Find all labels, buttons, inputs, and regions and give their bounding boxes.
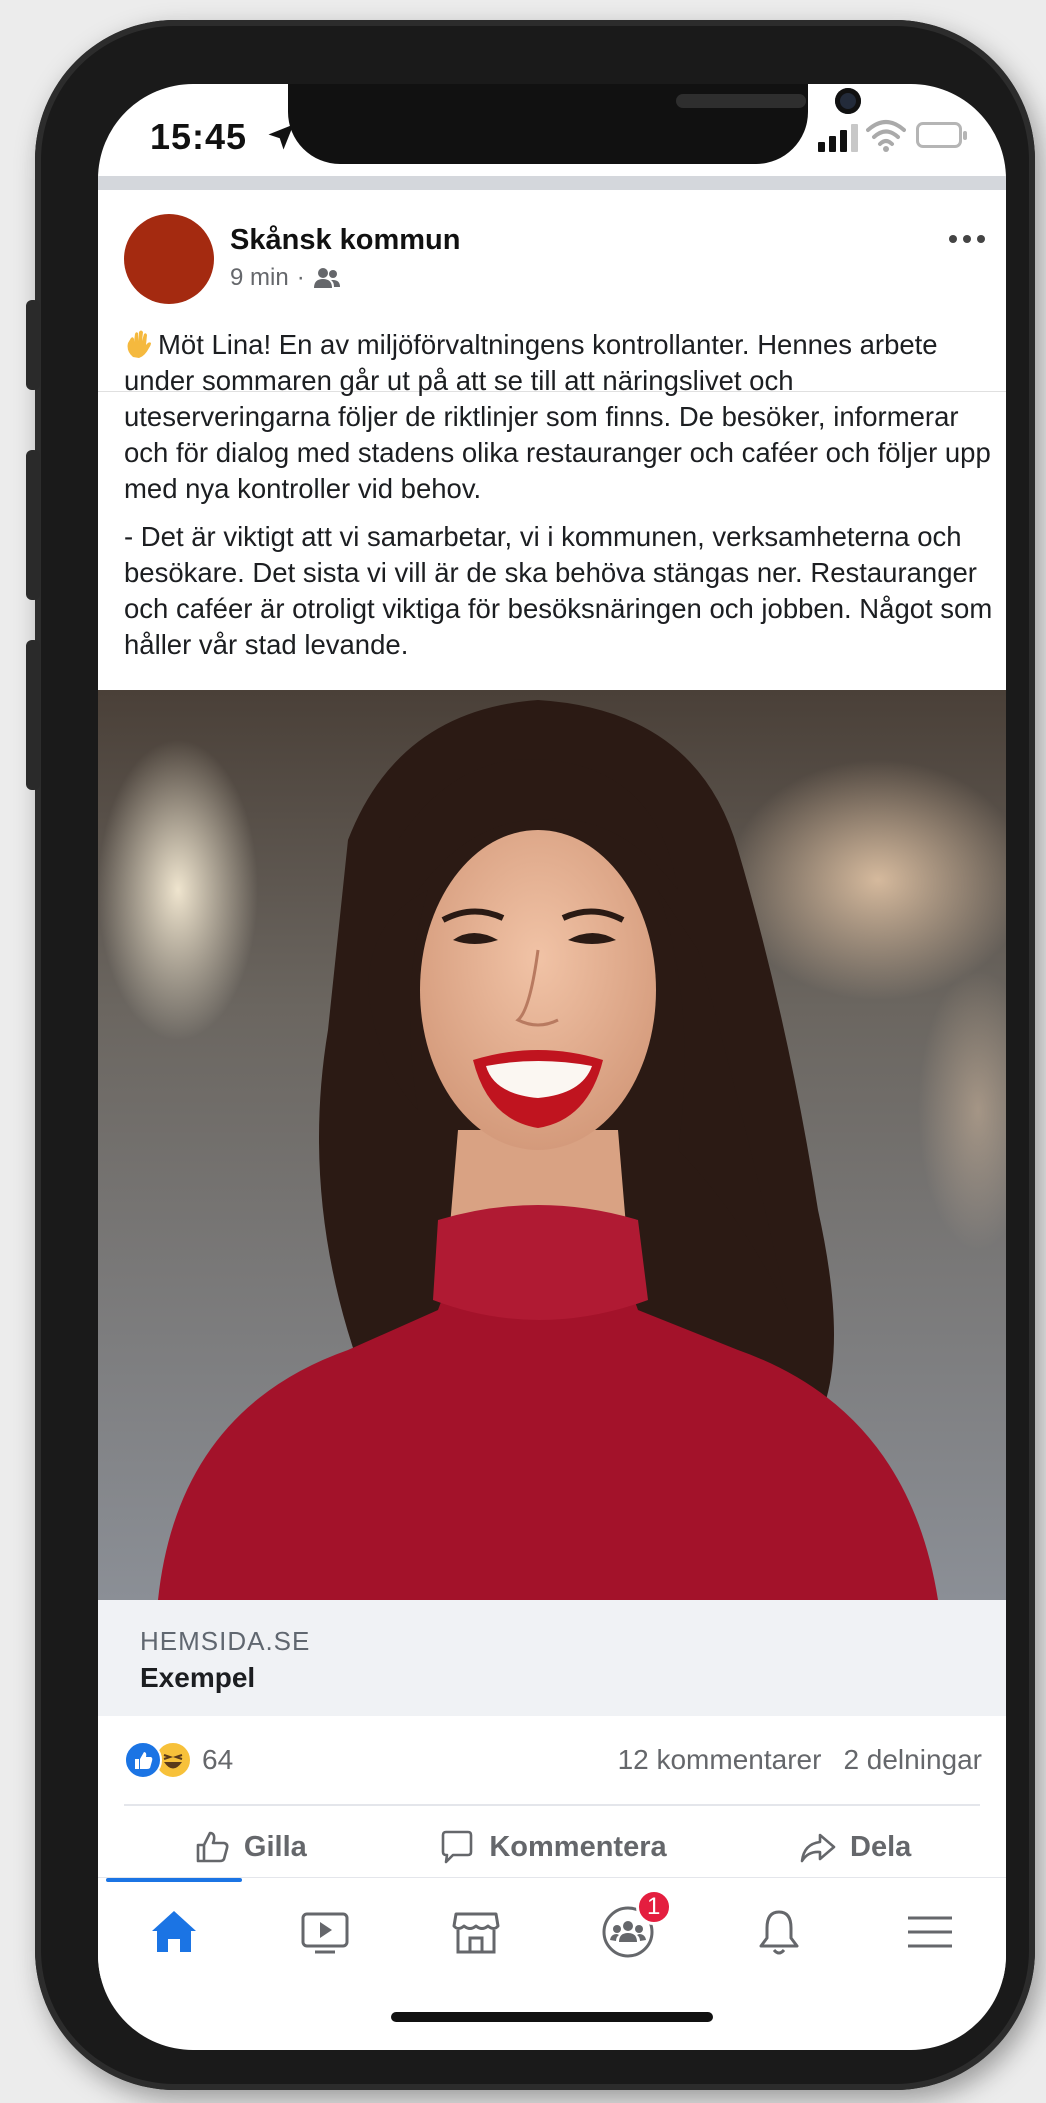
link-title: Exempel — [140, 1662, 256, 1693]
post-paragraph-1: Möt Lina! En av miljöförvaltningens kont… — [124, 327, 994, 507]
marketplace-store-icon — [452, 1912, 500, 1954]
link-preview[interactable]: HEMSIDA.SE Exempel — [98, 1600, 1006, 1716]
tab-list: 1 — [98, 1889, 1006, 1972]
post-paragraph-1-text: Möt Lina! En av miljöförvaltningens kont… — [124, 329, 991, 504]
comment-button-label: Kommentera — [489, 1830, 667, 1863]
bottom-tab-bar: 1 — [98, 1877, 1006, 1978]
tab-watch[interactable] — [287, 1897, 363, 1967]
like-button-label: Gilla — [243, 1830, 307, 1863]
post-actions: Gilla Kommentera Dela — [98, 1819, 1006, 1875]
tab-marketplace[interactable] — [438, 1897, 514, 1967]
actions-divider — [124, 1804, 980, 1806]
tab-groups[interactable]: 1 — [590, 1889, 672, 1967]
tab-home[interactable] — [136, 1897, 212, 1967]
like-button[interactable]: Gilla — [98, 1819, 401, 1875]
notch — [288, 84, 861, 164]
volume-up-button — [26, 450, 40, 600]
comment-count[interactable]: 12 kommentarer — [618, 1744, 822, 1776]
status-time: 15:45 — [150, 116, 248, 157]
battery-icon — [916, 122, 967, 148]
share-arrow-icon — [800, 1833, 836, 1863]
mute-switch — [26, 300, 40, 390]
post-paragraph-2: - Det är viktigt att vi samarbetar, vi i… — [124, 521, 993, 660]
thumbs-up-icon — [196, 1831, 229, 1863]
post-time[interactable]: 9 min — [230, 264, 289, 292]
link-domain: HEMSIDA.SE — [140, 1626, 311, 1656]
front-camera — [835, 88, 861, 114]
waving-hand-icon — [127, 330, 151, 358]
reaction-count: 64 — [202, 1744, 234, 1775]
tab-menu[interactable] — [892, 1897, 968, 1967]
like-reaction-icon — [124, 1741, 162, 1779]
reaction-summary[interactable]: 64 — [124, 1741, 233, 1779]
comment-bubble-icon — [442, 1830, 473, 1864]
wifi-icon — [866, 120, 906, 152]
share-count[interactable]: 2 delningar — [843, 1744, 982, 1776]
comment-button[interactable]: Kommentera — [401, 1819, 704, 1875]
post-photo[interactable] — [98, 690, 1006, 1600]
feed-top-divider — [98, 176, 1006, 190]
volume-down-button — [26, 640, 40, 790]
bell-icon — [759, 1910, 799, 1955]
post-author[interactable]: Skånsk kommun — [230, 224, 460, 257]
home-indicator — [391, 2012, 713, 2022]
more-options-icon[interactable] — [948, 232, 986, 246]
page-avatar[interactable] — [124, 214, 214, 304]
screen: 15:45 Skånsk kommun 9 min · Möt Lina! En… — [98, 84, 1006, 2050]
share-button-label: Dela — [850, 1830, 912, 1863]
audience-friends-icon — [313, 268, 340, 288]
share-button[interactable]: Dela — [703, 1819, 1006, 1875]
home-icon — [151, 1911, 196, 1952]
post-body: Möt Lina! En av miljöförvaltningens kont… — [124, 327, 994, 675]
groups-notification-badge: 1 — [635, 1889, 672, 1925]
speaker — [676, 94, 806, 108]
video-play-icon — [301, 1912, 349, 1954]
hamburger-menu-icon — [908, 1916, 953, 1948]
engagement-counts: 12 kommentarer 2 delningar — [618, 1744, 982, 1776]
status-bar: 15:45 — [98, 84, 1006, 176]
meta-separator: · — [296, 264, 305, 291]
cellular-signal-icon — [818, 124, 858, 152]
tab-notifications[interactable] — [741, 1897, 817, 1967]
active-tab-indicator — [106, 1878, 242, 1882]
post-meta: 9 min · — [230, 264, 341, 292]
